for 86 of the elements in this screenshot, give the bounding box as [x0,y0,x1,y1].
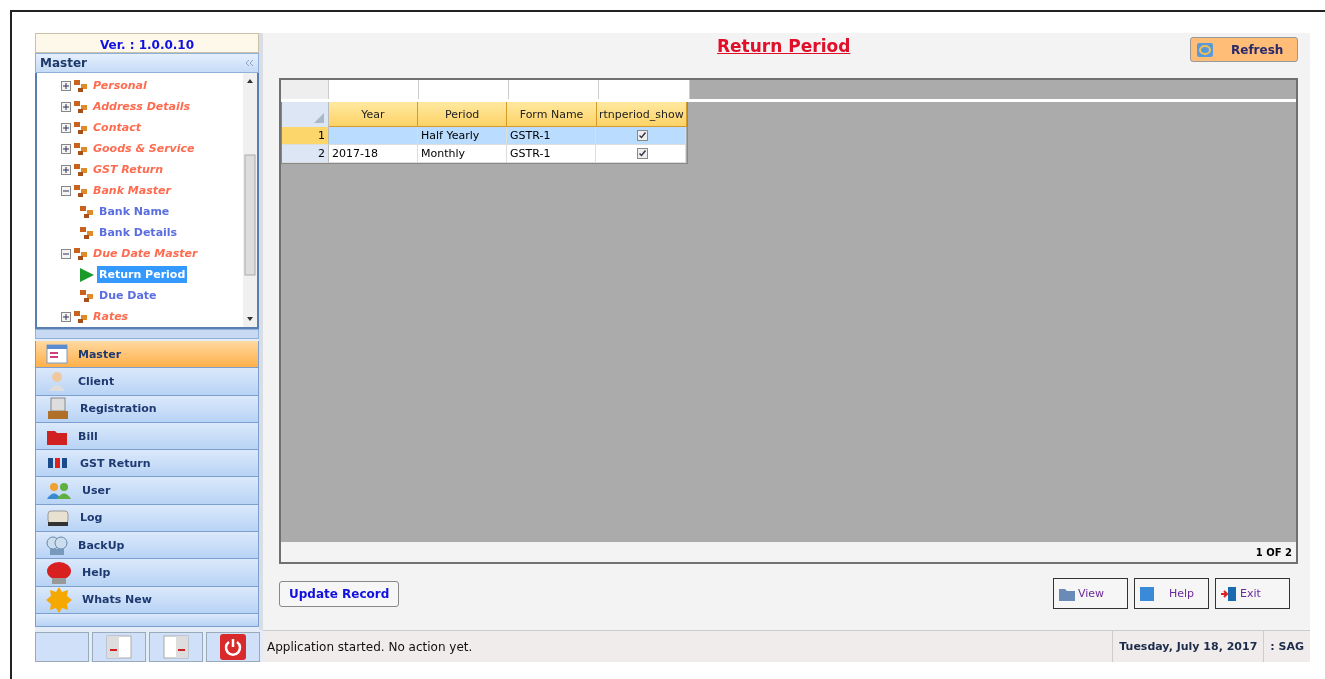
exit-door-icon [1220,585,1238,602]
help-button[interactable]: Help [1134,578,1209,609]
column-header[interactable]: Period [418,102,508,127]
power-icon [220,634,246,660]
play-arrow-icon [79,267,95,282]
row-header[interactable]: 1 [282,127,329,145]
nav-item[interactable]: Client [35,368,259,396]
filter-field[interactable] [329,80,419,99]
table-cell: GSTR-1 [507,127,596,145]
expand-icon[interactable] [61,122,71,133]
nav-item[interactable]: GST Return [35,450,259,478]
blank-toolbar-button[interactable] [35,632,89,662]
status-date: Tuesday, July 18, 2017 [1112,631,1264,662]
nav-item[interactable]: Bill [35,422,259,451]
expand-icon[interactable] [61,143,71,154]
window-panel-icon [163,635,189,659]
double-chevron-icon[interactable] [244,59,254,67]
version-label: Ver. : 1.0.0.10 [35,33,259,53]
form-icon [46,344,68,365]
org-chart-icon [73,141,89,156]
collapse-icon[interactable] [61,248,71,259]
panel-title: Master [40,56,87,70]
refresh-button[interactable]: Refresh [1190,37,1298,62]
column-header[interactable]: Form Name [507,102,597,127]
nav-item[interactable]: Log [35,504,259,533]
status-message: Application started. No action yet. [266,638,474,656]
expand-icon[interactable] [61,311,71,322]
power-button[interactable] [206,632,260,662]
panel-button[interactable] [149,632,203,662]
tree-item[interactable]: Bank Name [97,203,172,220]
table-cell: 2017-18 [329,145,418,163]
nav-item[interactable]: BackUp [35,532,259,560]
expand-icon[interactable] [61,164,71,175]
collapse-icon[interactable] [61,185,71,196]
table-cell: Half Yearly [418,127,507,145]
exit-button[interactable]: Exit [1215,578,1290,609]
page-counter: 1 OF 2 [1255,546,1292,558]
corner-triangle-icon [313,113,324,123]
nav-item[interactable]: Master [35,341,259,369]
status-user: : SAG [1263,631,1310,662]
org-chart-icon [79,288,95,303]
update-record-button[interactable]: Update Record [279,580,400,607]
discs-icon [46,534,68,557]
filter-field[interactable] [509,80,599,99]
select-all-corner[interactable] [282,102,329,127]
org-chart-icon [73,162,89,177]
column-header[interactable]: rtnperiod_show [596,102,687,127]
org-chart-icon [79,225,95,240]
filter-field[interactable] [599,80,690,99]
nav-item[interactable]: Registration [35,395,259,423]
row-header[interactable]: 2 [282,145,329,163]
table-cell: Monthly [418,145,507,163]
table-cell: GSTR-1 [507,145,596,163]
filter-corner [281,80,329,99]
expand-icon[interactable] [61,80,71,91]
alarm-button-icon [46,560,72,585]
gst-logo-icon [46,456,70,471]
tree-item[interactable]: Bank Details [97,224,180,241]
org-chart-icon [73,246,89,261]
filter-field[interactable] [419,80,509,99]
nav-item[interactable]: Help [35,559,259,587]
view-button[interactable]: View [1053,578,1128,609]
org-chart-icon [79,204,95,219]
checkbox[interactable] [636,148,648,159]
org-chart-icon [73,309,89,324]
checkbox[interactable] [636,130,648,141]
refresh-icon [1197,42,1213,57]
org-chart-icon [73,183,89,198]
org-chart-icon [73,120,89,135]
new-badge-icon [46,586,72,613]
org-chart-icon [73,99,89,114]
nav-item[interactable]: User [35,477,259,505]
cash-register-icon [46,396,70,421]
vertical-scrollbar[interactable] [243,73,257,327]
nav-item[interactable]: Whats New [35,586,259,614]
column-header[interactable]: Year [328,102,419,127]
person-icon [46,370,68,393]
users-icon [46,481,72,500]
tree-item[interactable]: Due Date [97,287,159,304]
splitter-grip[interactable] [35,329,259,339]
org-chart-icon [73,78,89,93]
disk-drive-icon [46,507,70,528]
window-panel-icon [106,635,132,659]
page-title: Return Period [717,36,851,56]
panel-button[interactable] [92,632,146,662]
expand-icon[interactable] [61,101,71,112]
